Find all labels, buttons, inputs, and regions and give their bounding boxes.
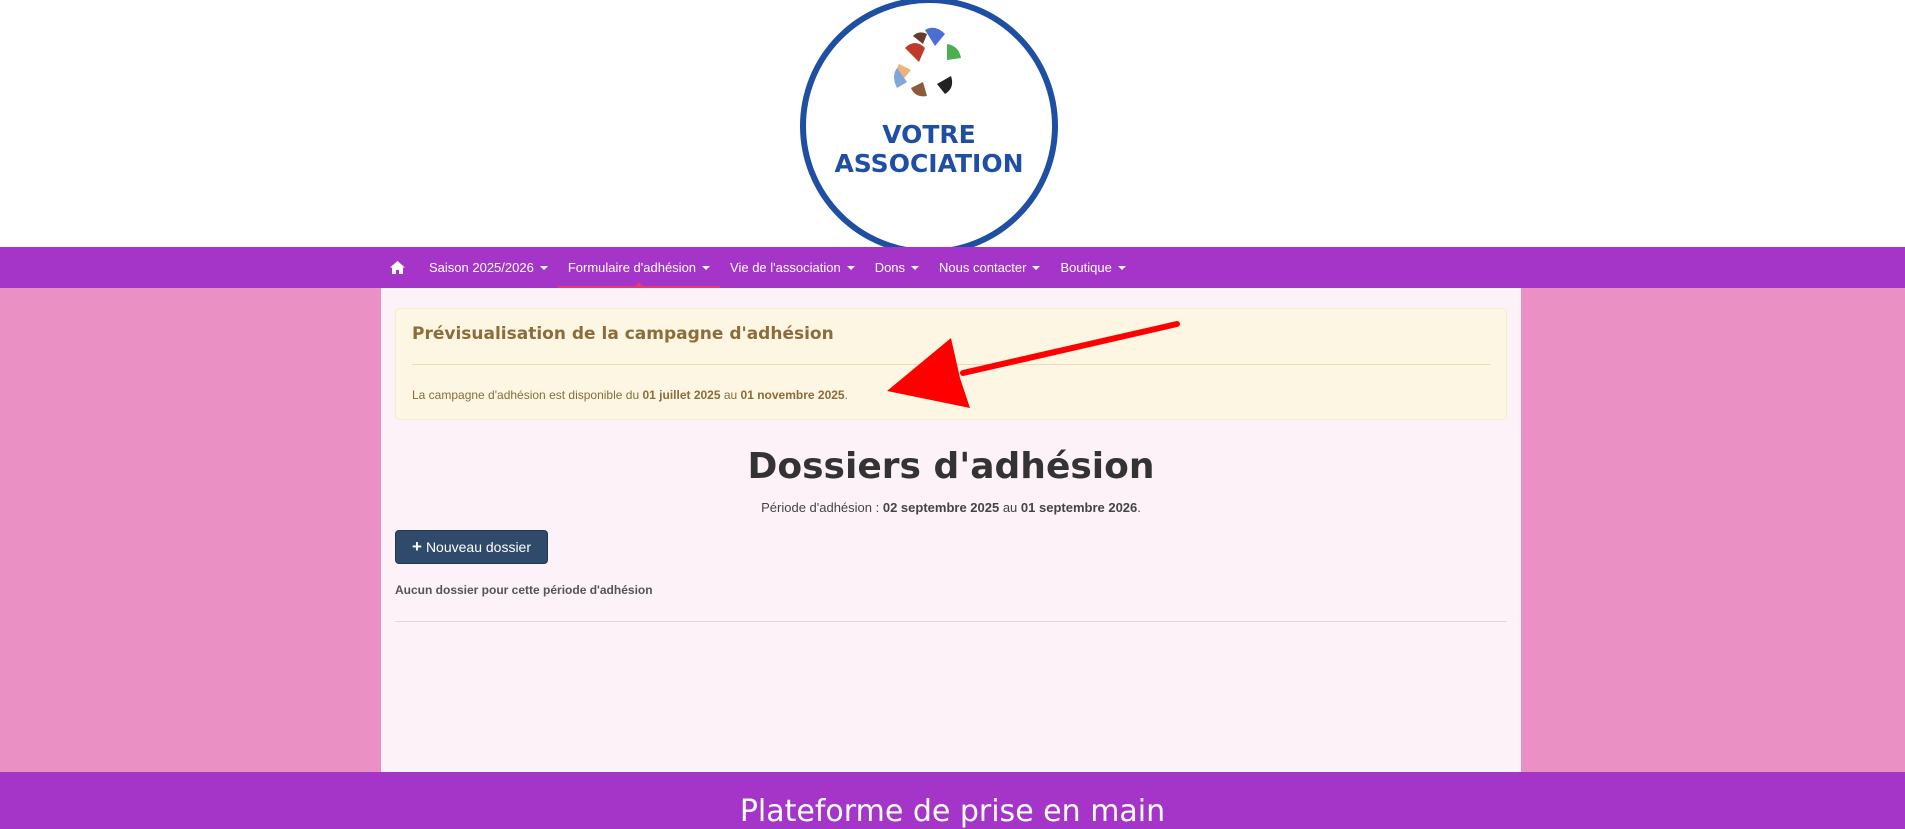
page-title: Dossiers d'adhésion (747, 446, 1155, 487)
association-logo[interactable]: VOTRE ASSOCIATION (797, 0, 1061, 252)
nav-item-label: Boutique (1060, 260, 1112, 275)
home-icon (390, 261, 405, 274)
empty-state-note: Aucun dossier pour cette période d'adhés… (395, 583, 653, 597)
nav-item-label: Saison 2025/2026 (429, 260, 534, 275)
nav-item-dons[interactable]: Dons (865, 247, 929, 288)
new-dossier-button[interactable]: + Nouveau dossier (395, 530, 548, 564)
nav-item-formulaire-adhesion[interactable]: Formulaire d'adhésion (557, 247, 721, 288)
caret-down-icon (846, 265, 855, 270)
nav-item-saison[interactable]: Saison 2025/2026 (419, 247, 558, 288)
caret-down-icon (1032, 265, 1041, 270)
home-link[interactable] (380, 247, 419, 288)
nav-item-label: Nous contacter (939, 260, 1027, 275)
caret-down-icon (702, 265, 711, 270)
new-dossier-label: Nouveau dossier (425, 539, 531, 555)
nav-item-nous-contacter[interactable]: Nous contacter (929, 247, 1050, 288)
campaign-end-date: 01 novembre 2025 (740, 388, 845, 402)
footer-title: Plateforme de prise en main (739, 794, 1166, 829)
nav-item-boutique[interactable]: Boutique (1050, 247, 1135, 288)
content-divider (395, 621, 1507, 622)
footer: Plateforme de prise en main (0, 772, 1905, 829)
caret-down-icon (911, 265, 920, 270)
nav-item-vie-association[interactable]: Vie de l'association (720, 247, 865, 288)
alert-title: Prévisualisation de la campagne d'adhési… (412, 324, 834, 344)
alert-text: La campagne d'adhésion est disponible du… (412, 388, 848, 402)
logo-line-2: ASSOCIATION (834, 149, 1023, 178)
campaign-start-date: 01 juillet 2025 (642, 388, 721, 402)
caret-down-icon (539, 265, 548, 270)
caret-down-icon (1117, 265, 1126, 270)
red-arrow-annotation (887, 321, 1180, 408)
plus-icon: + (412, 537, 422, 556)
nav-item-label: Formulaire d'adhésion (567, 260, 697, 275)
period-start-date: 02 septembre 2025 (882, 500, 1000, 515)
header: VOTRE ASSOCIATION (0, 0, 1905, 252)
period-end-date: 01 septembre 2026 (1020, 500, 1138, 515)
logo-line-1: VOTRE (882, 120, 976, 149)
nav-item-label: Dons (874, 260, 906, 275)
membership-period: Période d'adhésion : 02 septembre 2025 a… (761, 500, 1141, 515)
main-navbar: Saison 2025/2026 Formulaire d'adhésion V… (0, 247, 1905, 288)
nav-item-label: Vie de l'association (730, 260, 841, 275)
